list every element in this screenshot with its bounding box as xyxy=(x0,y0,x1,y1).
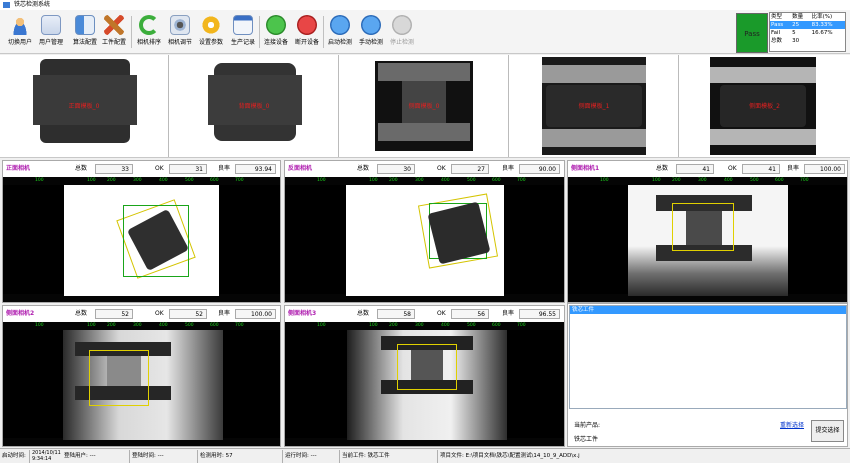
user-manage-icon xyxy=(41,15,61,35)
gear-icon xyxy=(201,15,221,35)
camera-name: 侧面相机3 xyxy=(288,310,317,317)
step-icon xyxy=(361,15,381,35)
stats-table: 类型 数量 比率(%) Pass 25 83.33% Fail 5 16.67%… xyxy=(769,12,846,52)
total-count: 58 xyxy=(377,309,415,319)
camera-panel-side2: 侧面相机2 总数 52 OK 52 良率 100.00 100 100 200 … xyxy=(2,305,281,447)
stats-row[interactable]: 总数 30 xyxy=(770,37,845,45)
app-icon xyxy=(3,2,10,8)
algorithm-icon xyxy=(75,15,95,35)
template-label: 正面模板_0 xyxy=(68,103,100,110)
template-thumb[interactable]: 正面模板_0 xyxy=(0,55,169,157)
camera-panel-front: 正面相机 总数 33 OK 31 良率 93.94 100 100 200 30… xyxy=(2,160,281,303)
template-label: 背面模板_0 xyxy=(238,103,270,110)
manual-detect-button[interactable]: 手动检测 xyxy=(355,13,387,51)
run-time-segment: 运行时间: --- xyxy=(285,450,340,463)
submit-selection-button[interactable]: 提交选择 xyxy=(811,420,844,442)
current-product-name: 铁芯工件 xyxy=(574,436,599,443)
product-select-panel: 铁芯工件 当前产品: 重新选择 铁芯工件 提交选择 xyxy=(567,303,848,447)
start-time-value: 2014/10/11 9:34:14 xyxy=(32,450,61,462)
template-thumb[interactable]: 背面模板_0 xyxy=(170,55,339,157)
stats-row[interactable]: Fail 5 16.67% xyxy=(770,29,845,37)
switch-user-button[interactable]: 切换用户 xyxy=(4,13,36,51)
refresh-icon xyxy=(139,15,159,35)
start-time-label: 启动时间: xyxy=(2,450,30,463)
camera-view[interactable]: 100 100 200 300 400 500 600 700 xyxy=(3,177,280,302)
connect-device-button[interactable]: 连接设备 xyxy=(260,13,292,51)
title-bar: 铁芯检测系统 xyxy=(0,0,850,10)
yield-value: 93.94 xyxy=(235,164,276,174)
camera-panel-side1: 侧面相机1 总数 41 OK 41 良率 100.00 100 100 200 … xyxy=(567,160,848,303)
start-detect-button[interactable]: 启动检测 xyxy=(324,13,356,51)
toolbar: 切换用户 用户管理 算法配置 工件配置 相机排序 相机调节 设置参数 生产记录 … xyxy=(0,10,850,54)
camera-name: 正面相机 xyxy=(6,165,31,172)
tools-icon xyxy=(104,15,124,35)
camera-view[interactable]: 100 100 200 300 400 500 600 700 xyxy=(285,322,564,446)
template-strip: 正面模板_0 背面模板_0 侧面模板_0 侧面模板_1 侧面模板_2 xyxy=(0,55,850,158)
camera-view[interactable]: 100 100 200 300 400 500 600 700 xyxy=(568,177,847,302)
camera-order-button[interactable]: 相机排序 xyxy=(133,13,165,51)
yield-value: 90.00 xyxy=(519,164,560,174)
yield-value: 100.00 xyxy=(235,309,276,319)
stats-header: 比率(%) xyxy=(811,14,833,20)
workpiece-segment: 当前工件: 铁芯工件 xyxy=(342,450,438,463)
stats-row[interactable]: Pass 25 83.33% xyxy=(770,21,845,29)
calendar-icon xyxy=(233,15,253,35)
product-list[interactable]: 铁芯工件 xyxy=(569,305,847,409)
login-time-segment: 登陆时间: --- xyxy=(132,450,198,463)
camera-name: 反面相机 xyxy=(288,165,313,172)
ok-count: 27 xyxy=(451,164,489,174)
camera-name: 侧面相机2 xyxy=(6,310,35,317)
yield-value: 96.55 xyxy=(519,309,560,319)
ok-count: 41 xyxy=(742,164,780,174)
template-thumb[interactable]: 侧面模板_2 xyxy=(680,55,849,157)
current-product-label: 当前产品: xyxy=(574,422,601,429)
stats-header: 数量 xyxy=(792,14,804,20)
template-label: 侧面模板_1 xyxy=(578,103,610,110)
ok-count: 56 xyxy=(451,309,489,319)
algorithm-config-button[interactable]: 算法配置 xyxy=(69,13,101,51)
app-window: 铁芯检测系统 切换用户 用户管理 算法配置 工件配置 相机排序 相机调节 设置参… xyxy=(0,0,850,463)
camera-view[interactable]: 100 100 200 300 400 500 600 700 xyxy=(3,322,280,446)
template-label: 侧面模板_0 xyxy=(408,103,440,110)
disconnect-device-button[interactable]: 断开设备 xyxy=(291,13,323,51)
toolbar-separator xyxy=(131,16,132,48)
template-label: 侧面模板_2 xyxy=(749,103,780,110)
detect-time-segment: 检测用时: 57 xyxy=(200,450,283,463)
user-icon xyxy=(10,15,30,35)
check-icon xyxy=(266,15,286,35)
production-record-button[interactable]: 生产记录 xyxy=(227,13,259,51)
camera-view[interactable]: 100 100 200 300 400 500 600 700 xyxy=(285,177,564,302)
ok-count: 31 xyxy=(169,164,207,174)
template-thumb[interactable]: 侧面模板_0 xyxy=(340,55,509,157)
project-file-segment: 项目文件: E:\项目文档\铁芯\配置测试\14_10_9_ADD\x.j xyxy=(440,453,580,459)
workpiece-config-button[interactable]: 工件配置 xyxy=(98,13,130,51)
login-user-segment: 登陆用户: --- xyxy=(64,450,130,463)
total-count: 41 xyxy=(676,164,714,174)
set-params-button[interactable]: 设置参数 xyxy=(195,13,227,51)
template-thumb[interactable]: 侧面模板_1 xyxy=(510,55,679,157)
stats-header: 类型 xyxy=(771,14,783,20)
total-count: 52 xyxy=(95,309,133,319)
stop-detect-button[interactable]: 停止检测 xyxy=(386,13,418,51)
window-title: 铁芯检测系统 xyxy=(14,1,51,8)
camera-icon xyxy=(170,15,190,35)
total-count: 33 xyxy=(95,164,133,174)
camera-panel-back: 反面相机 总数 30 OK 27 良率 90.00 100 100 200 30… xyxy=(284,160,565,303)
stop-icon xyxy=(297,15,317,35)
yield-value: 100.00 xyxy=(804,164,845,174)
reselect-link[interactable]: 重新选择 xyxy=(780,420,804,429)
camera-panel-side3: 侧面相机3 总数 58 OK 56 良率 96.55 100 100 200 3… xyxy=(284,305,565,447)
pass-indicator: Pass xyxy=(736,13,768,53)
camera-adjust-button[interactable]: 相机调节 xyxy=(164,13,196,51)
play-icon xyxy=(330,15,350,35)
ok-count: 52 xyxy=(169,309,207,319)
pause-icon xyxy=(392,15,412,35)
camera-name: 侧面相机1 xyxy=(571,165,600,172)
total-count: 30 xyxy=(377,164,415,174)
status-bar: 启动时间: 2014/10/11 9:34:14 登陆用户: --- 登陆时间:… xyxy=(0,448,850,463)
user-manage-button[interactable]: 用户管理 xyxy=(35,13,67,51)
product-list-item[interactable]: 铁芯工件 xyxy=(570,306,846,314)
